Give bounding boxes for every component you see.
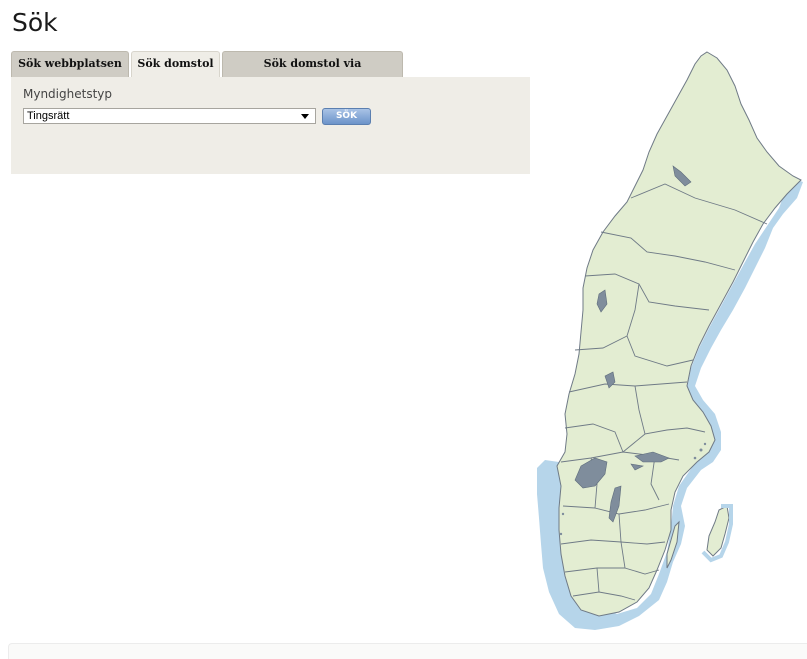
footer-bar — [8, 643, 807, 659]
page-title: Sök — [12, 8, 58, 37]
authority-type-select[interactable]: Tingsrätt — [23, 108, 316, 124]
search-panel: Myndighetstyp Tingsrätt SÖK — [11, 77, 530, 174]
search-button[interactable]: SÖK — [322, 108, 371, 125]
tab-search-website[interactable]: Sök webbplatsen — [11, 51, 129, 77]
authority-type-selected-value: Tingsrätt — [27, 110, 70, 122]
sweden-court-map[interactable] — [535, 48, 807, 634]
dropdown-arrow-icon — [301, 114, 309, 119]
tab-search-court[interactable]: Sök domstol — [131, 51, 220, 78]
authority-type-label: Myndighetstyp — [23, 87, 112, 101]
tab-search-court-by-postcode[interactable]: Sök domstol via postnummer — [222, 51, 403, 94]
